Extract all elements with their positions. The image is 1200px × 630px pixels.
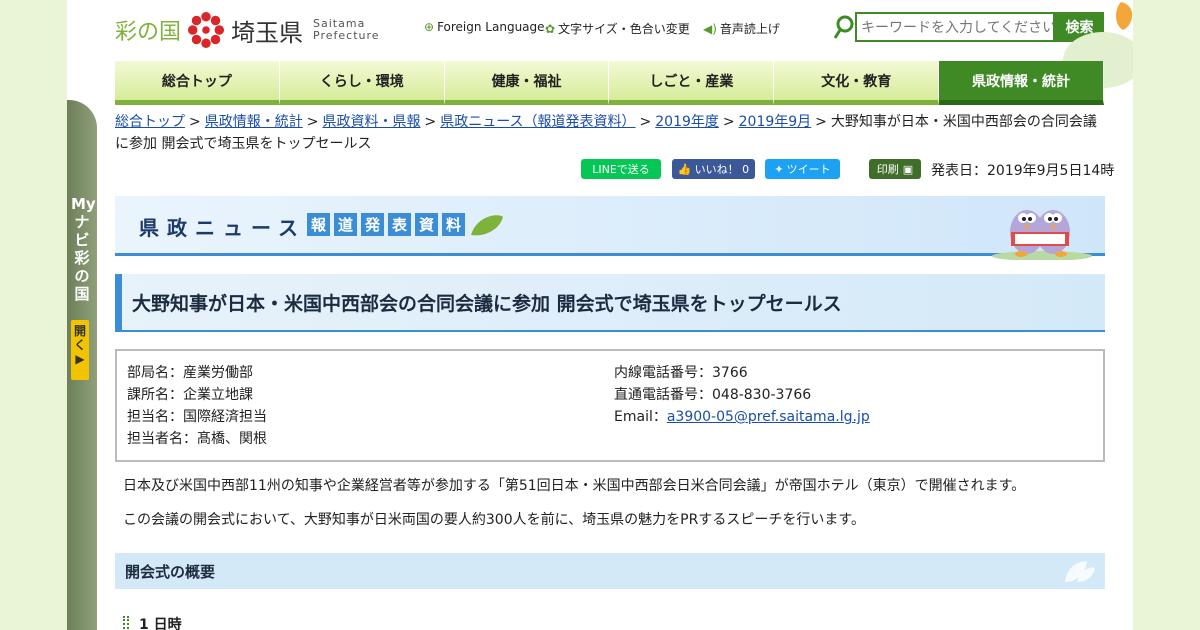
banner-sub-char: 料: [442, 213, 465, 236]
info-email: Email：a3900-05@pref.saitama.lg.jp: [614, 406, 870, 428]
page-title: 大野知事が日本・米国中西部会の合同会議に参加 開会式で埼玉県をトップセールス: [115, 274, 1105, 332]
nav-item-work[interactable]: しごと・産業: [609, 61, 775, 105]
gear-icon: ✿: [545, 21, 556, 36]
mynavi-open-button[interactable]: 開く▶: [71, 320, 89, 380]
contact-info-left: 部局名：産業労働部 課所名：企業立地課 担当名：国際経済担当 担当者名：髙橋、関…: [127, 362, 267, 450]
subheading-datetime-label: 1 日時: [139, 617, 182, 630]
info-division: 課所名：企業立地課: [127, 387, 253, 403]
breadcrumb-link-top[interactable]: 総合トップ: [115, 114, 185, 130]
line-share-button[interactable]: LINEで送る: [581, 159, 661, 179]
section-heading-label: 開会式の概要: [125, 562, 216, 581]
line-share-label: LINEで送る: [592, 163, 650, 176]
text-size-color-link[interactable]: ✿ 文字サイズ・色合い変更: [545, 20, 690, 37]
nav-item-living[interactable]: くらし・環境: [279, 61, 445, 105]
contact-info-right: 内線電話番号：3766 直通電話番号：048-830-3766 Email：a3…: [614, 362, 870, 428]
globe-icon: ⊕: [424, 20, 435, 34]
breadcrumb-separator: >: [189, 114, 201, 130]
kobaton-mascot-icon: [992, 210, 1092, 260]
bird-icon: ✦: [774, 162, 784, 176]
news-banner: 県政ニュース 報 道 発 表 資 料: [115, 196, 1105, 260]
subheading-marker: [123, 616, 129, 630]
banner-sub-char: 資: [415, 213, 438, 236]
email-link[interactable]: a3900-05@pref.saitama.lg.jp: [667, 409, 870, 425]
banner-subtitle: 報 道 発 表 資 料: [307, 213, 505, 237]
banner-sub-char: 発: [361, 213, 384, 236]
nav-item-prefecture-info[interactable]: 県政情報・統計: [939, 61, 1104, 105]
breadcrumb-separator: >: [639, 114, 652, 130]
facebook-like-label: いいね！ 0: [694, 163, 750, 176]
breadcrumb-separator: >: [722, 114, 735, 130]
logo-text-saitamaken: 埼玉県: [231, 18, 304, 47]
voice-reader-link[interactable]: ◀) 音声読上げ: [703, 20, 780, 37]
info-direct-phone: 直通電話番号：048-830-3766: [614, 387, 812, 403]
facebook-like-button[interactable]: 👍 いいね！ 0: [672, 159, 755, 179]
saitama-emblem-icon: [187, 11, 225, 49]
voice-reader-label: 音声読上げ: [719, 22, 780, 36]
mynavi-label: Myナビ彩の国: [71, 195, 96, 303]
print-button[interactable]: 印刷 ▣: [869, 159, 921, 179]
logo-en-line2: Prefecture: [313, 29, 380, 42]
speaker-icon: ◀): [703, 21, 717, 36]
leaf-icon: [471, 215, 503, 236]
info-persons: 担当者名：髙橋、関根: [127, 431, 267, 447]
text-size-color-label: 文字サイズ・色合い変更: [558, 22, 690, 36]
leaf-icon: [1065, 561, 1095, 582]
subheading-datetime: 1 日時: [123, 614, 182, 630]
breadcrumb-separator: >: [424, 114, 437, 130]
contact-info-box: 部局名：産業労働部 課所名：企業立地課 担当名：国際経済担当 担当者名：髙橋、関…: [115, 349, 1105, 462]
mynavi-side-tab[interactable]: Myナビ彩の国 開く▶: [67, 100, 97, 630]
nav-item-culture[interactable]: 文化・教育: [774, 61, 940, 105]
info-section: 担当名：国際経済担当: [127, 409, 267, 425]
twitter-tweet-button[interactable]: ✦ ツイート: [765, 159, 840, 179]
print-icon: ▣: [902, 162, 914, 176]
breadcrumb-link-month[interactable]: 2019年9月: [739, 114, 812, 130]
global-nav: 総合トップ くらし・環境 健康・福祉 しごと・産業 文化・教育 県政情報・統計: [115, 61, 1104, 105]
body-paragraph-1: 日本及び米国中西部11州の知事や企業経営者等が参加する「第51回日本・米国中西部…: [123, 478, 1026, 494]
info-extension: 内線電話番号：3766: [614, 365, 748, 381]
breadcrumb-separator: >: [815, 114, 827, 130]
thumbs-up-icon: 👍: [677, 162, 692, 176]
breadcrumb-link-info[interactable]: 県政情報・統計: [205, 114, 303, 130]
print-label: 印刷: [876, 163, 899, 176]
info-department: 部局名：産業労働部: [127, 365, 253, 381]
nav-item-top[interactable]: 総合トップ: [115, 61, 280, 105]
page: 彩の国 埼玉県 Saitama Prefecture ⊕ Foreign Lan…: [67, 0, 1133, 630]
foreign-language-link[interactable]: ⊕ Foreign Language: [424, 20, 545, 34]
logo-text-english: Saitama Prefecture: [313, 18, 380, 42]
logo-text-sainokuni: 彩の国: [115, 20, 182, 45]
breadcrumb: 総合トップ > 県政情報・統計 > 県政資料・県報 > 県政ニュース（報道発表資料） >201…: [115, 111, 1105, 155]
body-paragraph-2: この会議の開会式において、大野知事が日米両国の要人約300人を前に、埼玉県の魅力…: [123, 512, 865, 528]
banner-sub-char: 報: [307, 213, 330, 236]
breadcrumb-separator: >: [306, 114, 319, 130]
foreign-language-label: Foreign Language: [437, 20, 545, 34]
twitter-tweet-label: ツイート: [786, 163, 831, 176]
breadcrumb-link-news[interactable]: 県政ニュース（報道発表資料）: [440, 114, 635, 130]
section-heading-overview: 開会式の概要: [115, 553, 1105, 589]
breadcrumb-link-year[interactable]: 2019年度: [655, 114, 719, 130]
published-date: 発表日：2019年9月5日14時: [931, 163, 1115, 179]
info-email-label: Email：: [614, 409, 667, 425]
search-icon: [833, 15, 854, 39]
banner-sub-char: 道: [334, 213, 357, 236]
banner-sub-char: 表: [388, 213, 411, 236]
site-logo[interactable]: 彩の国 埼玉県 Saitama Prefecture: [115, 10, 380, 50]
nav-item-health[interactable]: 健康・福祉: [444, 61, 610, 105]
banner-title: 県政ニュース: [139, 216, 306, 240]
breadcrumb-link-materials[interactable]: 県政資料・県報: [322, 114, 420, 130]
